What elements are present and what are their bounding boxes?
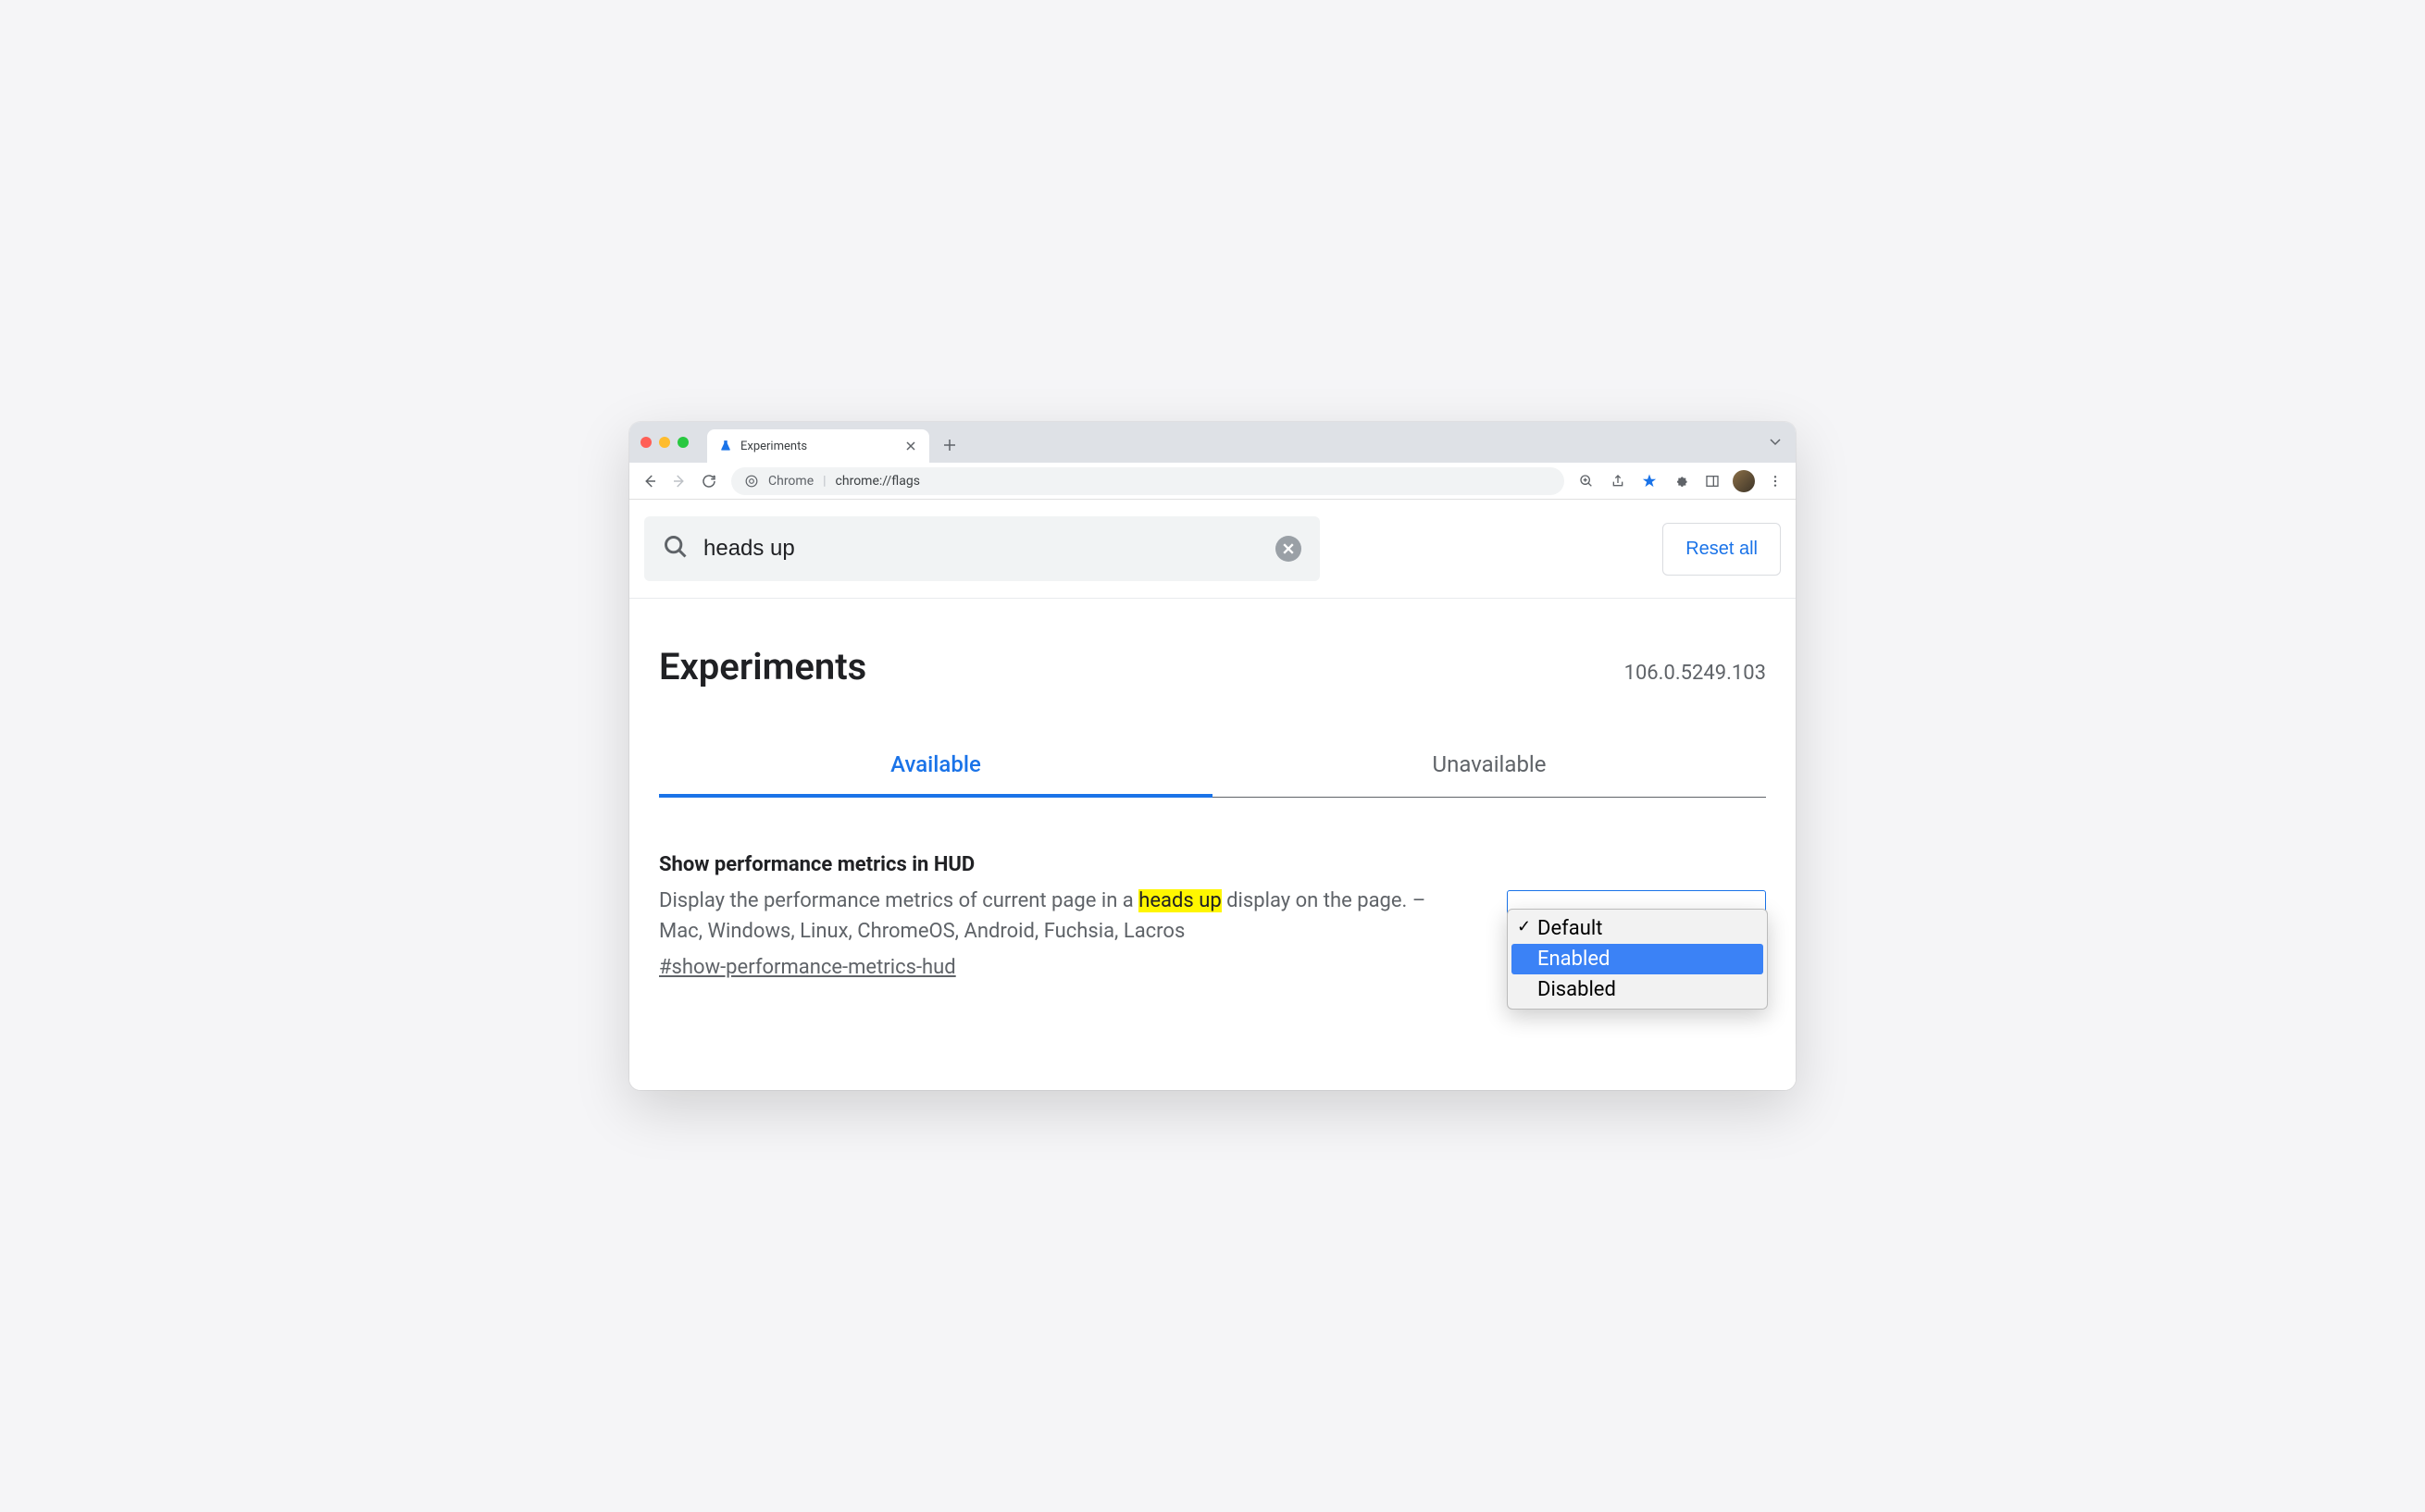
share-icon[interactable] bbox=[1605, 468, 1631, 494]
window-close-button[interactable] bbox=[640, 437, 652, 448]
bookmark-star-icon[interactable] bbox=[1636, 468, 1662, 494]
flag-text: Show performance metrics in HUD Display … bbox=[659, 853, 1470, 979]
window-maximize-button[interactable] bbox=[678, 437, 689, 448]
omnibox-separator: | bbox=[823, 474, 826, 489]
dropdown-option-disabled[interactable]: Disabled bbox=[1511, 974, 1763, 1005]
side-panel-icon[interactable] bbox=[1699, 468, 1725, 494]
clear-search-icon[interactable] bbox=[1275, 536, 1301, 562]
back-button[interactable] bbox=[637, 468, 663, 494]
window-minimize-button[interactable] bbox=[659, 437, 670, 448]
omnibox-prefix: Chrome bbox=[768, 474, 814, 489]
omnibox-url: chrome://flags bbox=[836, 474, 920, 489]
address-bar[interactable]: Chrome | chrome://flags bbox=[731, 467, 1564, 495]
tab-unavailable[interactable]: Unavailable bbox=[1212, 735, 1766, 798]
window-controls bbox=[640, 437, 689, 448]
flag-select[interactable]: Default Enabled Disabled bbox=[1507, 853, 1766, 979]
search-icon bbox=[663, 534, 689, 564]
tab-title: Experiments bbox=[740, 440, 896, 453]
flags-page: Reset all Experiments 106.0.5249.103 Ava… bbox=[629, 500, 1796, 1090]
flag-title: Show performance metrics in HUD bbox=[659, 853, 1470, 876]
dropdown-menu: Default Enabled Disabled bbox=[1507, 909, 1768, 1010]
browser-window: Experiments Chrome | chrom bbox=[629, 422, 1796, 1090]
new-tab-button[interactable] bbox=[937, 432, 963, 458]
chrome-version: 106.0.5249.103 bbox=[1624, 662, 1766, 685]
tab-available[interactable]: Available bbox=[659, 735, 1212, 798]
flag-item: Show performance metrics in HUD Display … bbox=[629, 798, 1796, 1090]
browser-tab[interactable]: Experiments bbox=[707, 429, 929, 463]
browser-toolbar: Chrome | chrome://flags bbox=[629, 463, 1796, 500]
flag-desc-before: Display the performance metrics of curre… bbox=[659, 889, 1138, 912]
browser-tab-bar: Experiments bbox=[629, 422, 1796, 463]
search-box bbox=[644, 516, 1320, 581]
page-header: Experiments 106.0.5249.103 bbox=[629, 599, 1796, 716]
tab-list-chevron-icon[interactable] bbox=[1766, 431, 1785, 453]
tab-list: Available Unavailable bbox=[659, 735, 1766, 798]
extensions-icon[interactable] bbox=[1668, 468, 1694, 494]
reset-all-button[interactable]: Reset all bbox=[1662, 523, 1781, 576]
dropdown-option-default[interactable]: Default bbox=[1511, 913, 1763, 944]
page-title: Experiments bbox=[659, 645, 866, 688]
flag-description: Display the performance metrics of curre… bbox=[659, 886, 1470, 947]
forward-button[interactable] bbox=[666, 468, 692, 494]
search-highlight: heads up bbox=[1138, 889, 1221, 912]
flag-anchor-link[interactable]: #show-performance-metrics-hud bbox=[659, 956, 956, 979]
dropdown-option-enabled[interactable]: Enabled bbox=[1511, 944, 1763, 974]
chrome-icon bbox=[744, 474, 759, 489]
profile-avatar[interactable] bbox=[1731, 468, 1757, 494]
kebab-menu-icon[interactable] bbox=[1762, 468, 1788, 494]
search-section: Reset all bbox=[629, 500, 1796, 599]
reload-button[interactable] bbox=[696, 468, 722, 494]
close-tab-icon[interactable] bbox=[903, 439, 918, 453]
flask-icon bbox=[718, 439, 733, 453]
toolbar-actions bbox=[1573, 468, 1788, 494]
search-input[interactable] bbox=[703, 536, 1261, 562]
zoom-icon[interactable] bbox=[1573, 468, 1599, 494]
